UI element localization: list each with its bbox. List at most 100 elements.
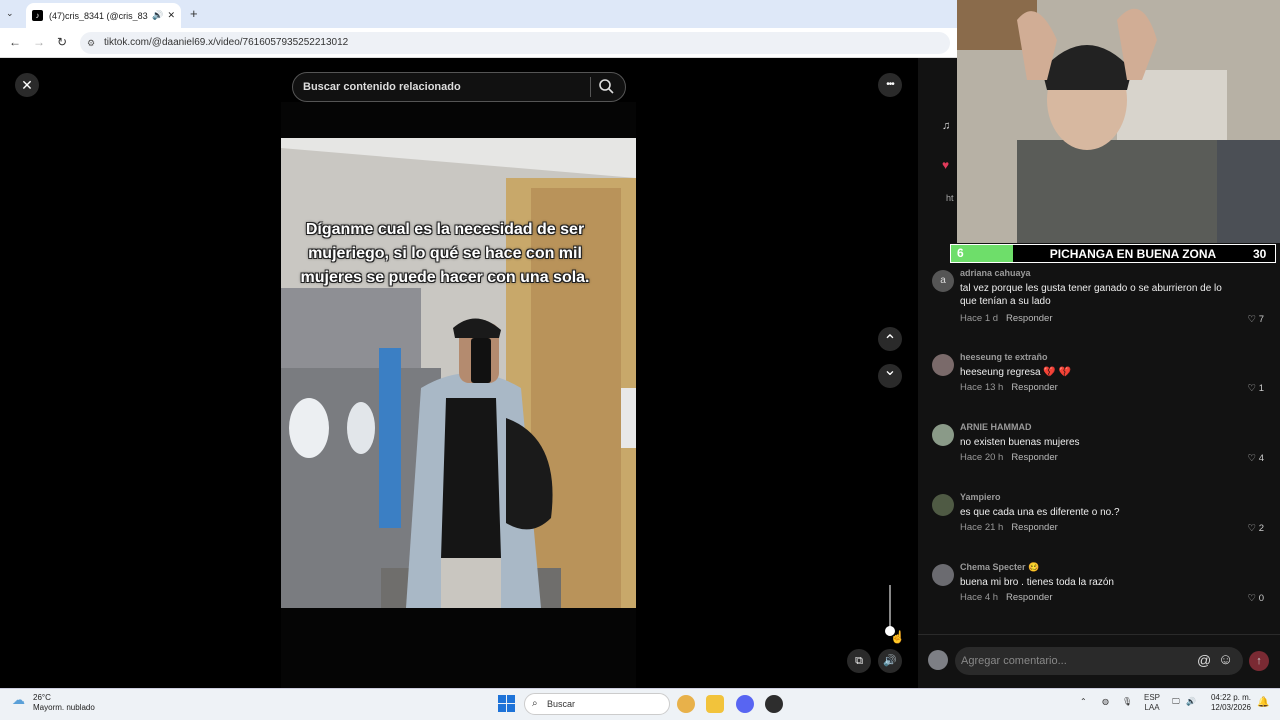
score-right: 30 [1253, 246, 1267, 261]
cloud-icon: ☁ [12, 692, 25, 707]
video-top-letterbox [281, 102, 636, 138]
heart-icon[interactable]: ♥ [942, 158, 949, 172]
reply-button[interactable]: Responder [1006, 313, 1052, 324]
comment-username[interactable]: Chema Specter 🥴 [960, 562, 1039, 573]
previous-video-icon[interactable]: ⌃ [878, 327, 902, 351]
windows-start-icon[interactable] [498, 695, 515, 712]
reply-button[interactable]: Responder [1006, 592, 1052, 603]
mention-icon[interactable]: @ [1197, 652, 1211, 668]
divider [918, 634, 1280, 635]
new-tab-button[interactable]: + [190, 6, 198, 21]
comment-meta: Hace 21 h Responder [960, 522, 1058, 533]
keyboard-layout: LAA [1144, 703, 1160, 712]
avatar[interactable]: a [932, 270, 954, 292]
my-avatar[interactable] [928, 650, 948, 670]
tab-list-chevron-icon[interactable]: ⌄ [6, 8, 14, 19]
heart-outline-icon: ♡ [1247, 314, 1257, 325]
site-info-icon[interactable]: ⚙ [87, 32, 95, 54]
avatar[interactable] [932, 354, 954, 376]
tab-close-icon[interactable]: ✕ [167, 10, 175, 21]
reply-button[interactable]: Responder [1011, 452, 1057, 463]
reload-icon[interactable]: ↻ [57, 35, 67, 49]
like-button[interactable]: ♡ 4 [1248, 453, 1264, 464]
comment-text: tal vez porque les gusta tener ganado o … [960, 283, 1222, 307]
comment-username[interactable]: adriana cahuaya [960, 268, 1031, 278]
close-icon[interactable]: ✕ [15, 73, 39, 97]
back-icon[interactable]: ← [9, 35, 21, 49]
volume-icon[interactable]: 🔊 [878, 649, 902, 673]
weather-widget[interactable]: ☁ 26°C Mayorm. nublado [12, 693, 95, 713]
related-search-input[interactable]: Buscar contenido relacionado [292, 72, 626, 102]
comment-item: a adriana cahuaya tal vez porque les gus… [932, 268, 1268, 328]
mouse-cursor-icon: ☝ [890, 630, 905, 644]
stream-score-banner: 6 PICHANGA EN BUENA ZONA 30 [950, 244, 1276, 263]
comment-time: Hace 20 h [960, 452, 1004, 463]
chrome-icon[interactable] [677, 695, 695, 713]
heart-outline-icon: ♡ [1247, 453, 1257, 464]
comment-text: heeseung regresa 💔 💔 [960, 367, 1072, 378]
comment-item: Chema Specter 🥴 buena mi bro . tienes to… [932, 562, 1268, 604]
comment-time: Hace 13 h [960, 382, 1004, 393]
comment-time: Hace 21 h [960, 522, 1004, 533]
like-button[interactable]: ♡ 7 [1248, 314, 1264, 325]
search-icon[interactable] [598, 78, 614, 99]
like-button[interactable]: ♡ 2 [1248, 523, 1264, 534]
tray-chevron-icon[interactable]: ⌃ [1080, 697, 1087, 706]
comment-meta: Hace 1 d Responder [960, 313, 1053, 324]
reply-button[interactable]: Responder [1011, 522, 1057, 533]
comment-item: Yampiero es que cada una es diferente o … [932, 492, 1268, 534]
network-icon[interactable]: 🖵 [1172, 697, 1180, 707]
comment-username[interactable]: heeseung te extraño [960, 352, 1048, 362]
comment-text: buena mi bro . tienes toda la razón [960, 577, 1114, 588]
comment-time: Hace 1 d [960, 313, 999, 324]
comment-username[interactable]: Yampiero [960, 492, 1001, 502]
avatar[interactable] [932, 564, 954, 586]
search-icon: ⌕ [532, 698, 538, 709]
clock-time: 04:22 p. m. [1210, 693, 1251, 702]
like-count: 4 [1258, 453, 1264, 464]
link-snippet[interactable]: ht [946, 193, 954, 203]
file-explorer-icon[interactable] [706, 695, 724, 713]
heart-outline-icon: ♡ [1247, 593, 1257, 604]
like-count: 1 [1258, 383, 1264, 394]
taskbar-search[interactable]: ⌕ Buscar [524, 693, 670, 715]
emoji-icon[interactable]: ☺ [1218, 651, 1233, 668]
tab-title: (47)cris_8341 (@cris_8341) [49, 10, 148, 21]
browser-tab[interactable]: ♪ (47)cris_8341 (@cris_8341) 🔊 ✕ [26, 3, 181, 28]
score-left: 6 [951, 245, 1013, 262]
tray-app-icon[interactable]: ◍ [1102, 697, 1109, 706]
forward-icon[interactable]: → [33, 35, 45, 49]
url-field[interactable]: ⚙ tiktok.com/@daaniel69.x/video/76160579… [80, 32, 950, 54]
language-indicator[interactable]: ESP LAA [1144, 693, 1160, 713]
like-button[interactable]: ♡ 1 [1248, 383, 1264, 394]
clock[interactable]: 04:22 p. m. 12/03/2026 [1205, 693, 1251, 713]
clock-date: 12/03/2026 [1210, 703, 1251, 712]
video-frame[interactable] [281, 138, 636, 608]
reply-button[interactable]: Responder [1011, 382, 1057, 393]
avatar[interactable] [932, 494, 954, 516]
video-bottom-letterbox [281, 608, 636, 688]
avatar[interactable] [932, 424, 954, 446]
more-options-icon[interactable]: ••• [878, 73, 902, 97]
comment-meta: Hace 13 h Responder [960, 382, 1058, 393]
microphone-icon[interactable]: 🎙 [1122, 697, 1132, 706]
heart-outline-icon: ♡ [1247, 383, 1257, 394]
tab-audio-icon[interactable]: 🔊 [152, 10, 163, 21]
url-text: tiktok.com/@daaniel69.x/video/7616057935… [104, 37, 349, 48]
notification-icon[interactable]: 🔔 [1257, 697, 1269, 708]
comment-username[interactable]: ARNIE HAMMAD [960, 422, 1032, 432]
webcam-overlay [957, 0, 1280, 243]
video-caption: Díganme cual es la necesidad de ser muje… [300, 221, 590, 286]
banner-title: PICHANGA EN BUENA ZONA [1049, 246, 1217, 261]
next-video-icon[interactable]: ⌄ [878, 363, 902, 388]
discord-icon[interactable] [736, 695, 754, 713]
volume-slider-track[interactable] [889, 585, 891, 631]
weather-temp: 26°C [33, 693, 51, 702]
send-icon[interactable]: ↑ [1249, 651, 1269, 671]
weather-desc: Mayorm. nublado [33, 703, 95, 712]
like-button[interactable]: ♡ 0 [1248, 593, 1264, 604]
heart-outline-icon: ♡ [1247, 523, 1257, 534]
floating-player-icon[interactable]: ⧉ [847, 649, 871, 673]
speaker-icon[interactable]: 🔊 [1186, 697, 1196, 706]
obs-icon[interactable] [765, 695, 783, 713]
